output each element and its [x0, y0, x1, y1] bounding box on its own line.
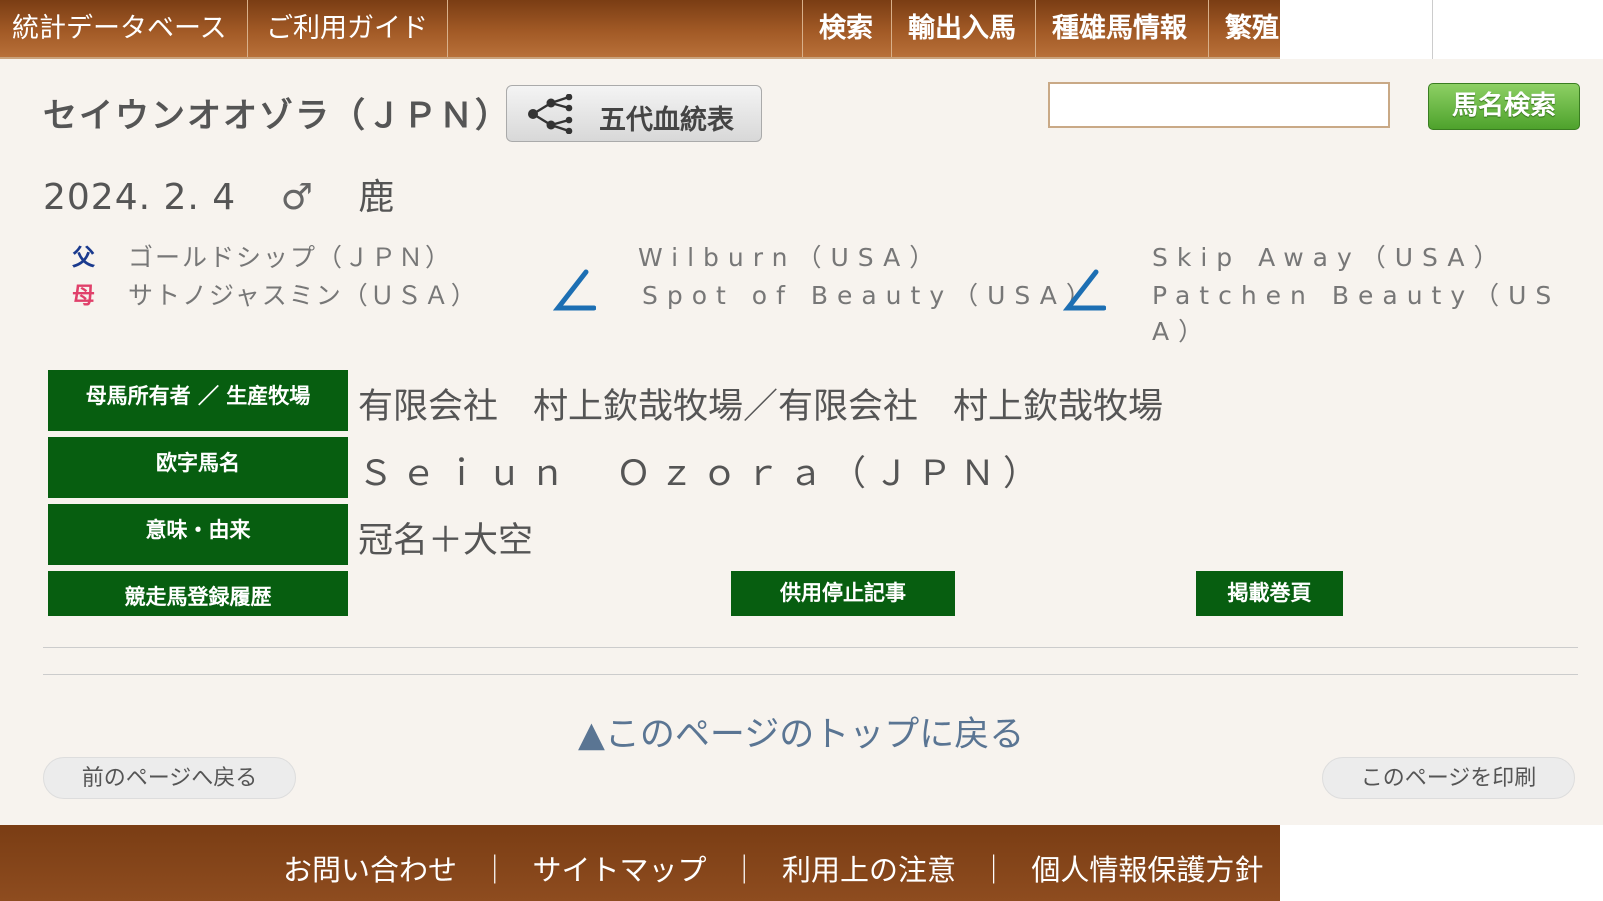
nav-import-export[interactable]: 輸出入馬 [892, 0, 1036, 57]
sex-male-icon: ♂ [280, 177, 314, 218]
pedigree-branch-icon [552, 269, 596, 311]
top-nav-bar: 統計データベース ご利用ガイド 検索 輸出入馬 種雄馬情報 繁殖 [0, 0, 1280, 59]
nav-search[interactable]: 検索 [802, 0, 892, 57]
dam-label: 母 [72, 283, 95, 309]
birth-date: 2024. 2. 4 [43, 177, 237, 218]
footer-privacy-link[interactable]: 個人情報保護方針 [1031, 853, 1263, 887]
granddam-sire-link[interactable]: Skip Away（USA） [1152, 238, 1508, 274]
blank-area [1280, 825, 1603, 901]
dam-name-link[interactable]: サトノジャスミン（ＵＳＡ） [128, 276, 478, 312]
divider [43, 647, 1578, 648]
nav-stats-database[interactable]: 統計データベース [0, 0, 248, 57]
pedigree-tree-icon [528, 94, 573, 134]
dam-sire-link[interactable]: Wilburn（USA） [638, 238, 943, 274]
footer-contact-link[interactable]: お問い合わせ [283, 853, 457, 887]
dam-dam-link[interactable]: Spot of Beauty（USA） [642, 276, 1100, 312]
footer-terms-link[interactable]: 利用上の注意 [782, 853, 956, 887]
previous-page-button[interactable]: 前のページへ戻る [43, 757, 296, 799]
owner-breeder-label: 母馬所有者 ／ 生産牧場 [48, 370, 348, 431]
racehorse-registration-history-label[interactable]: 競走馬登録履歴 [48, 571, 348, 616]
owner-breeder-value: 有限会社 村上欽哉牧場／有限会社 村上欽哉牧場 [358, 387, 1164, 427]
nav-usage-guide[interactable]: ご利用ガイド [248, 0, 448, 57]
granddam-dam-link-cont[interactable]: A） [1152, 312, 1212, 348]
suspension-article-button[interactable]: 供用停止記事 [731, 571, 955, 616]
romanized-name-value: Ｓｅｉｕｎ Ｏｚｏｒａ（ＪＰＮ） [358, 454, 1047, 494]
five-generation-pedigree-button[interactable]: 五代血統表 [506, 85, 762, 142]
horse-basic-info: 2024. 2. 4 ♂ 鹿 [43, 168, 427, 220]
horse-name-search-input[interactable] [1048, 82, 1390, 128]
horse-name-title: セイウンオオゾラ（ＪＰＮ） [43, 96, 511, 136]
footer-separator: ｜ [480, 853, 510, 887]
volume-page-button[interactable]: 掲載巻頁 [1196, 571, 1343, 616]
name-meaning-label: 意味・由来 [48, 504, 348, 565]
granddam-dam-link[interactable]: Patchen Beauty（US [1152, 276, 1560, 312]
pedigree-branch-icon [1062, 269, 1106, 311]
sire-name-link[interactable]: ゴールドシップ（ＪＰＮ） [128, 238, 452, 274]
footer-bar: お問い合わせ ｜ サイトマップ ｜ 利用上の注意 ｜ 個人情報保護方針 ｜ 登録 [0, 825, 1280, 901]
nav-stallion-info[interactable]: 種雄馬情報 [1036, 0, 1209, 57]
footer-links: お問い合わせ ｜ サイトマップ ｜ 利用上の注意 ｜ 個人情報保護方針 ｜ 登録 [283, 847, 1280, 889]
sire-label: 父 [72, 245, 95, 271]
horse-name-search-button[interactable]: 馬名検索 [1428, 83, 1580, 130]
romanized-name-label: 欧字馬名 [48, 437, 348, 498]
footer-sitemap-link[interactable]: サイトマップ [532, 853, 706, 887]
footer-separator: ｜ [729, 853, 759, 887]
back-to-top-link[interactable]: ▲このページのトップに戻る [578, 706, 1024, 757]
blank-area [1280, 0, 1603, 59]
name-meaning-value: 冠名＋大空 [358, 521, 534, 561]
print-page-button[interactable]: このページを印刷 [1322, 757, 1575, 799]
nav-breeding[interactable]: 繁殖 [1209, 0, 1280, 57]
divider [43, 674, 1578, 675]
pedigree-button-label: 五代血統表 [599, 105, 734, 136]
coat-color: 鹿 [358, 177, 396, 218]
footer-separator: ｜ [979, 853, 1009, 887]
